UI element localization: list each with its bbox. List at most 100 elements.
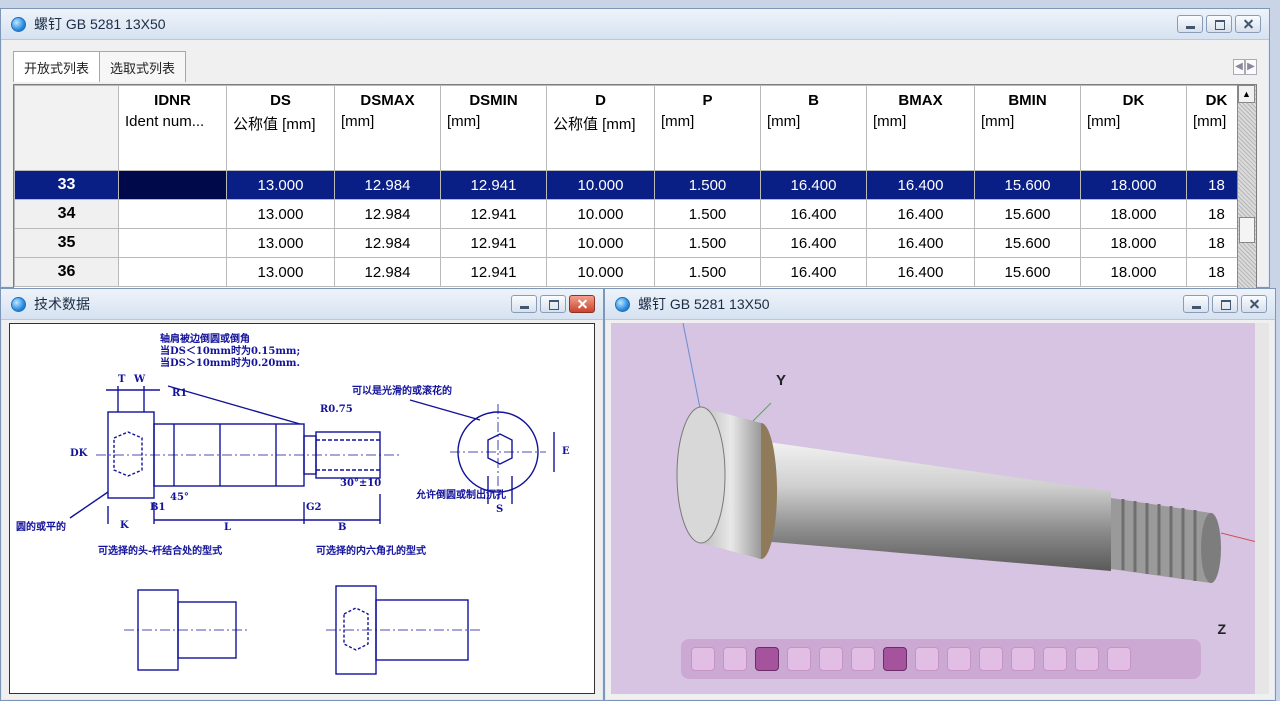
table-cell[interactable]: 13.000 [226,170,335,200]
row-header-corner[interactable] [14,85,119,171]
table-cell[interactable]: 10.000 [546,170,655,200]
table-cell[interactable]: 1.500 [654,257,761,287]
table-cell[interactable]: 16.400 [760,257,867,287]
column-header-1[interactable]: DS 公称值 [mm] [226,85,335,171]
close-icon[interactable] [1235,15,1261,33]
view-cylinder-icon[interactable] [691,647,715,671]
table-cell[interactable]: 16.400 [866,257,975,287]
close-icon[interactable] [1241,295,1267,313]
table-cell[interactable]: 15.600 [974,170,1081,200]
maximize-icon[interactable] [1206,15,1232,33]
table-cell[interactable]: 13.000 [226,228,335,258]
table-cell[interactable]: 1.500 [654,170,761,200]
tab-open-list[interactable]: 开放式列表 [13,51,101,82]
rotate-icon[interactable] [819,647,843,671]
column-unit: [mm] [1087,113,1121,130]
table-cell[interactable]: 18.000 [1080,170,1187,200]
view-solid-icon[interactable] [723,647,747,671]
maximize-icon[interactable] [1212,295,1238,313]
minimize-icon[interactable] [511,295,537,313]
scroll-thumb[interactable] [1239,217,1255,243]
dim-l-label: L [224,522,232,533]
view-back-icon[interactable] [947,647,971,671]
table-cell[interactable]: 12.984 [334,199,441,229]
table-cell[interactable] [118,228,227,258]
table-cell[interactable]: 1.500 [654,228,761,258]
view-top-icon[interactable] [1043,647,1067,671]
dim-w-label: W [134,374,146,385]
table-row[interactable]: 34 13.000 12.984 12.941 10.000 1.500 16.400 16.… [14,199,1247,229]
tab-scroll-left-icon[interactable]: ◀ [1233,59,1245,75]
table-cell[interactable] [118,257,227,287]
view-iso-icon[interactable] [1107,647,1131,671]
scroll-up-icon[interactable]: ▲ [1238,85,1255,103]
table-cell[interactable]: 18.000 [1080,257,1187,287]
row-number[interactable]: 36 [14,257,119,287]
row-number[interactable]: 34 [14,199,119,229]
vertical-scrollbar[interactable]: ▲ [1237,85,1256,290]
table-cell[interactable] [118,199,227,229]
3d-view-scrollbar[interactable] [1255,323,1269,694]
view-left-icon[interactable] [979,647,1003,671]
table-cell[interactable]: 18.000 [1080,199,1187,229]
column-header-8[interactable]: BMIN [mm] [974,85,1081,171]
table-cell[interactable]: 12.984 [334,170,441,200]
row-number[interactable]: 35 [14,228,119,258]
table-cell[interactable]: 16.400 [760,228,867,258]
zoom-icon[interactable] [787,647,811,671]
tab-scroll-right-icon[interactable]: ▶ [1245,59,1257,75]
maximize-icon[interactable] [540,295,566,313]
table-cell[interactable] [118,170,227,200]
tech-data-window: 技术数据 轴肩被边倒圆或倒角 当DS＜10mm时为0.15mm; 当DS＞10m… [0,288,604,701]
close-icon[interactable] [569,295,595,313]
view-right-icon[interactable] [1011,647,1035,671]
table-cell[interactable]: 12.984 [334,228,441,258]
table-cell[interactable]: 10.000 [546,199,655,229]
table-row[interactable]: 35 13.000 12.984 12.941 10.000 1.500 16.400 16.… [14,228,1247,258]
column-header-6[interactable]: B [mm] [760,85,867,171]
column-header-4[interactable]: D 公称值 [mm] [546,85,655,171]
table-cell[interactable]: 16.400 [866,199,975,229]
3d-viewport[interactable]: Y Z [611,323,1261,694]
table-cell[interactable]: 16.400 [760,170,867,200]
pan-icon[interactable] [851,647,875,671]
table-cell[interactable]: 12.941 [440,228,547,258]
table-cell[interactable]: 15.600 [974,199,1081,229]
table-cell[interactable]: 18.000 [1080,228,1187,258]
tech-window-titlebar[interactable]: 技术数据 [1,289,603,320]
table-cell[interactable]: 12.941 [440,257,547,287]
column-header-7[interactable]: BMAX [mm] [866,85,975,171]
row-number[interactable]: 33 [14,170,119,200]
table-cell[interactable]: 12.941 [440,199,547,229]
column-header-3[interactable]: DSMIN [mm] [440,85,547,171]
table-cell[interactable]: 13.000 [226,257,335,287]
column-header-0[interactable]: IDNR Ident num... [118,85,227,171]
dim-45-label: 45° [170,492,189,503]
table-window-title: 螺钉 GB 5281 13X50 [34,16,166,32]
table-cell[interactable]: 13.000 [226,199,335,229]
table-cell[interactable]: 10.000 [546,257,655,287]
table-cell[interactable]: 1.500 [654,199,761,229]
view-bottom-icon[interactable] [1075,647,1099,671]
table-cell[interactable]: 15.600 [974,228,1081,258]
table-cell[interactable]: 16.400 [866,228,975,258]
table-window-titlebar[interactable]: 螺钉 GB 5281 13X50 [1,9,1269,40]
minimize-icon[interactable] [1177,15,1203,33]
column-header-5[interactable]: P [mm] [654,85,761,171]
table-row[interactable]: 36 13.000 12.984 12.941 10.000 1.500 16.400 16.… [14,257,1247,287]
table-cell[interactable]: 12.984 [334,257,441,287]
column-header-9[interactable]: DK [mm] [1080,85,1187,171]
table-cell[interactable]: 10.000 [546,228,655,258]
render-mode-icon[interactable] [883,647,907,671]
table-cell[interactable]: 16.400 [866,170,975,200]
table-cell[interactable]: 16.400 [760,199,867,229]
table-cell[interactable]: 15.600 [974,257,1081,287]
table-row[interactable]: 33 13.000 12.984 12.941 10.000 1.500 16.400 16.… [14,170,1247,200]
3d-window-titlebar[interactable]: 螺钉 GB 5281 13X50 [605,289,1275,320]
tab-select-list[interactable]: 选取式列表 [99,51,187,82]
column-header-2[interactable]: DSMAX [mm] [334,85,441,171]
view-front-icon[interactable] [915,647,939,671]
minimize-icon[interactable] [1183,295,1209,313]
view-shaded-icon[interactable] [755,647,779,671]
table-cell[interactable]: 12.941 [440,170,547,200]
